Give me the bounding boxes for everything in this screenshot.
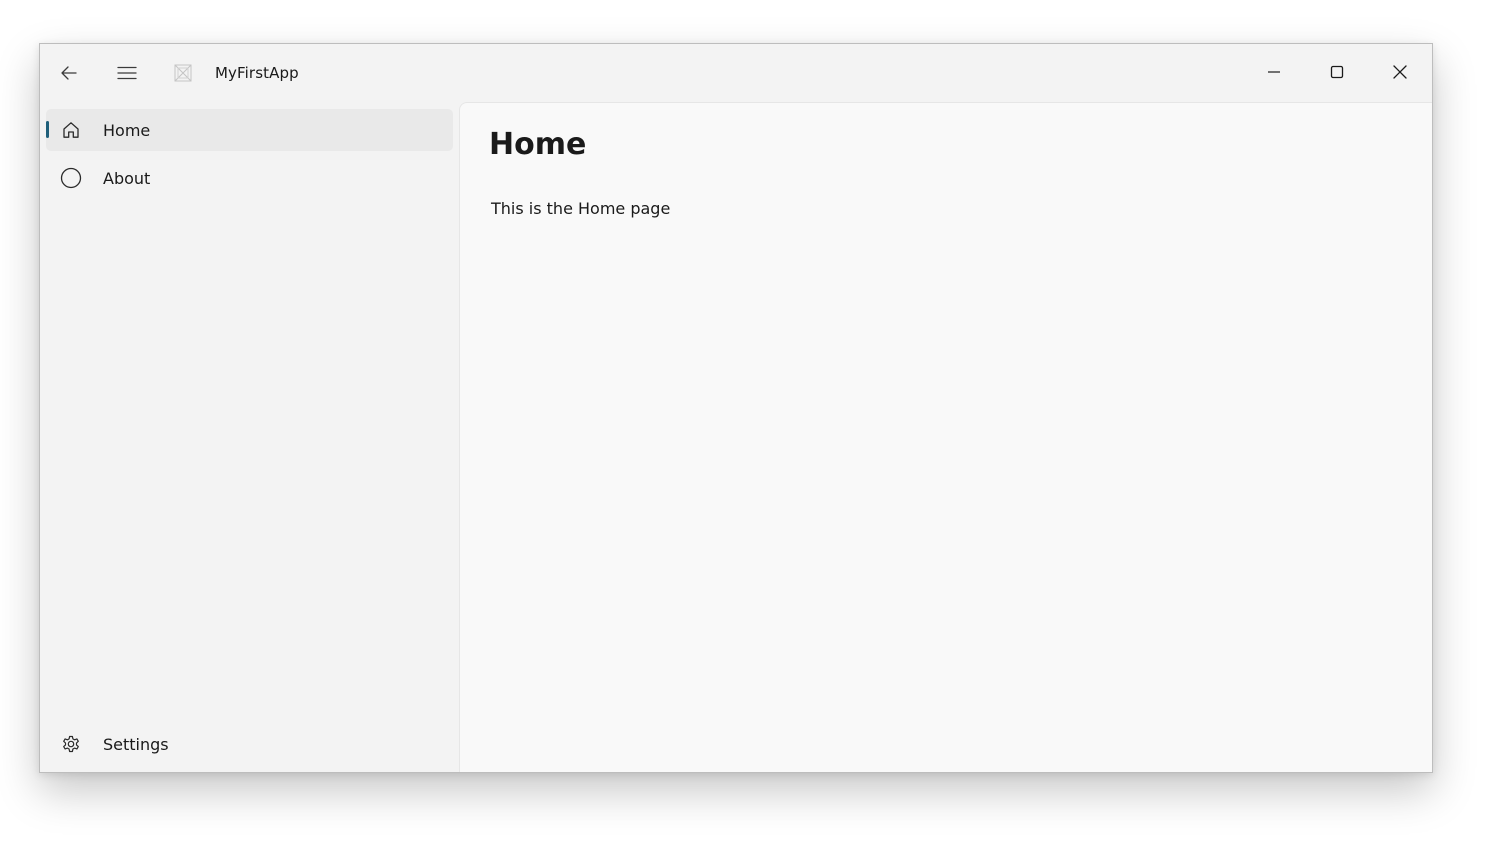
maximize-button[interactable]	[1307, 54, 1367, 90]
home-icon	[60, 119, 82, 141]
nav-item-about[interactable]: About	[46, 157, 453, 199]
nav-item-label: Settings	[103, 735, 169, 754]
arrow-left-icon	[59, 63, 79, 83]
nav-item-label: About	[103, 169, 151, 188]
nav-item-home[interactable]: Home	[46, 109, 453, 151]
selection-indicator	[46, 121, 49, 138]
desktop: MyFirstApp Home About Settings Home This…	[0, 0, 1500, 843]
page-body-text: This is the Home page	[491, 199, 671, 218]
page-title: Home	[489, 127, 587, 162]
menu-toggle-button[interactable]	[110, 56, 144, 90]
maximize-icon	[1329, 64, 1345, 80]
minimize-icon	[1266, 64, 1282, 80]
close-icon	[1392, 64, 1408, 80]
nav-item-label: Home	[103, 121, 151, 140]
back-button[interactable]	[52, 56, 86, 90]
gear-icon	[60, 733, 82, 755]
content-frame: Home This is the Home page	[459, 102, 1432, 772]
title-bar: MyFirstApp	[40, 44, 1432, 102]
app-window: MyFirstApp Home About Settings Home This…	[39, 43, 1433, 773]
app-title: MyFirstApp	[215, 64, 299, 82]
minimize-button[interactable]	[1244, 54, 1304, 90]
close-button[interactable]	[1370, 54, 1430, 90]
circle-icon	[60, 167, 82, 189]
nav-item-settings[interactable]: Settings	[46, 723, 453, 765]
navigation-pane: Home About Settings	[40, 102, 459, 772]
hamburger-icon	[117, 63, 137, 83]
app-placeholder-icon	[172, 62, 194, 84]
